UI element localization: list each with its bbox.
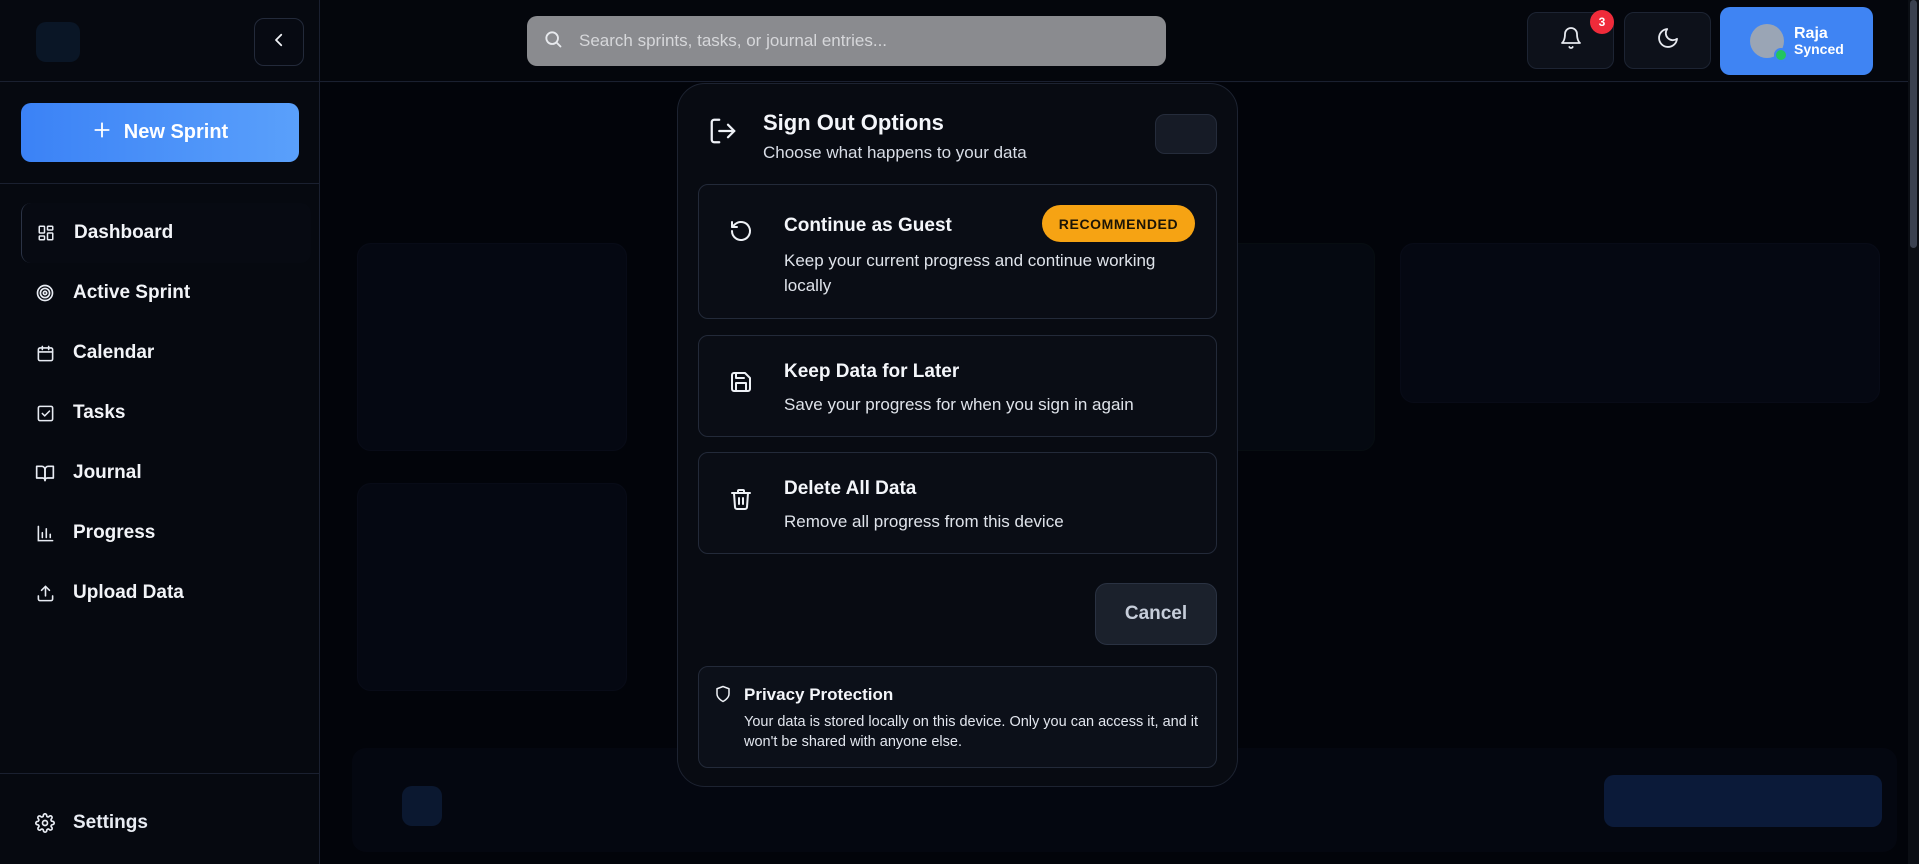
sidebar-item-label: Tasks (73, 402, 126, 423)
calendar-icon (35, 343, 55, 363)
option-title: Keep Data for Later (784, 361, 960, 382)
save-icon (729, 370, 753, 394)
option-description: Keep your current progress and continue … (784, 251, 1156, 295)
log-out-icon (708, 116, 738, 146)
bell-icon (1559, 26, 1583, 55)
sidebar: New Sprint Dashboard Active Sprint Calen… (0, 0, 320, 864)
sidebar-header (0, 0, 319, 82)
cancel-button[interactable]: Cancel (1095, 583, 1217, 645)
settings-label: Settings (73, 812, 148, 833)
target-icon (35, 283, 55, 303)
option-description: Remove all progress from this device (784, 512, 1064, 531)
close-button[interactable] (1155, 114, 1217, 154)
chevron-left-icon (270, 31, 288, 54)
sidebar-item-active-sprint[interactable]: Active Sprint (21, 263, 311, 323)
sidebar-nav: Dashboard Active Sprint Calendar Tasks J… (21, 203, 311, 623)
modal-subtitle: Choose what happens to your data (763, 143, 1027, 162)
upload-icon (35, 583, 55, 603)
notification-badge: 3 (1590, 10, 1614, 34)
sidebar-item-label: Upload Data (73, 582, 184, 603)
new-sprint-button[interactable]: New Sprint (21, 103, 299, 162)
search-input[interactable]: Search sprints, tasks, or journal entrie… (579, 31, 887, 51)
sidebar-item-label: Calendar (73, 342, 155, 363)
new-sprint-label: New Sprint (123, 121, 229, 143)
sidebar-item-dashboard[interactable]: Dashboard (21, 203, 311, 263)
user-name: Raja (1794, 24, 1828, 42)
dashboard-icon (36, 223, 56, 243)
modal-title: Sign Out Options (763, 110, 944, 135)
app-logo (36, 22, 80, 62)
book-icon (35, 463, 55, 483)
option-delete-all-data[interactable]: Delete All Data Remove all progress from… (698, 452, 1217, 554)
sidebar-item-calendar[interactable]: Calendar (21, 323, 311, 383)
bar-chart-icon (35, 523, 55, 543)
sidebar-item-label: Progress (73, 522, 156, 543)
sidebar-item-progress[interactable]: Progress (21, 503, 311, 563)
plus-icon (92, 120, 112, 146)
top-bar: Search sprints, tasks, or journal entrie… (320, 0, 1919, 82)
privacy-notice: Privacy Protection Your data is stored l… (698, 666, 1217, 768)
collapse-sidebar-button[interactable] (254, 18, 304, 66)
recommended-badge: RECOMMENDED (1042, 205, 1195, 242)
search-icon (543, 29, 563, 54)
sidebar-item-label: Journal (73, 462, 142, 483)
sidebar-item-tasks[interactable]: Tasks (21, 383, 311, 443)
sidebar-item-journal[interactable]: Journal (21, 443, 311, 503)
option-keep-data-for-later[interactable]: Keep Data for Later Save your progress f… (698, 335, 1217, 437)
refresh-icon (729, 219, 753, 243)
divider (0, 183, 320, 184)
option-title: Continue as Guest (784, 215, 952, 236)
privacy-text: Your data is stored locally on this devi… (744, 714, 1199, 750)
search-bar[interactable]: Search sprints, tasks, or journal entrie… (527, 16, 1166, 66)
scrollbar-thumb[interactable] (1910, 0, 1917, 248)
trash-icon (729, 487, 753, 511)
sidebar-item-settings[interactable]: Settings (35, 793, 148, 853)
sidebar-item-label: Active Sprint (73, 282, 191, 303)
option-title: Delete All Data (784, 478, 917, 499)
sync-status: Synced (1794, 41, 1844, 58)
sidebar-item-label: Dashboard (74, 222, 174, 243)
divider (0, 773, 320, 774)
sidebar-item-upload-data[interactable]: Upload Data (21, 563, 311, 623)
user-info: Raja Synced (1794, 25, 1844, 58)
app-root: Search sprints, tasks, or journal entrie… (0, 0, 1919, 864)
option-continue-as-guest[interactable]: Continue as Guest RECOMMENDED Keep your … (698, 184, 1217, 319)
theme-toggle-button[interactable] (1624, 12, 1711, 69)
gear-icon (35, 813, 55, 833)
moon-icon (1656, 26, 1680, 55)
sign-out-modal: Sign Out Options Choose what happens to … (677, 83, 1238, 787)
option-description: Save your progress for when you sign in … (784, 395, 1134, 414)
checkbox-icon (35, 403, 55, 423)
user-menu-button[interactable]: Raja Synced (1720, 7, 1873, 75)
online-status-dot (1774, 48, 1788, 62)
privacy-title: Privacy Protection (744, 685, 894, 704)
avatar (1750, 24, 1788, 62)
shield-icon (714, 685, 732, 703)
